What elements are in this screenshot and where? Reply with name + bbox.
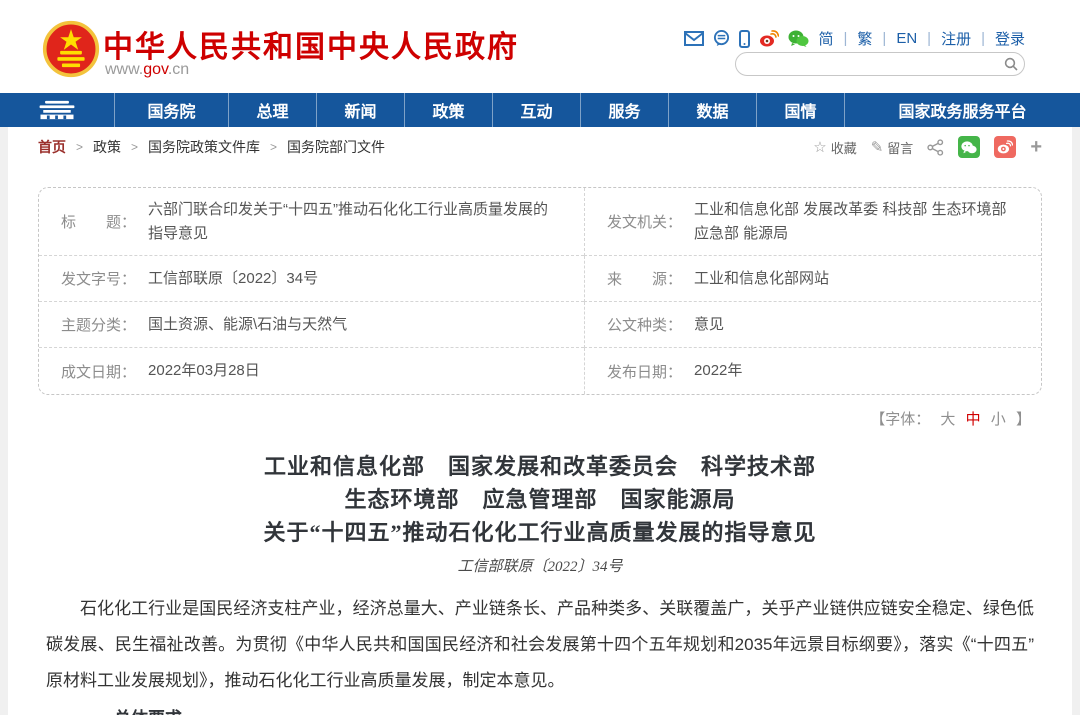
nav-tab-xinwen[interactable]: 新闻 xyxy=(317,93,405,127)
meta-category-cell: 主题分类： 国土资源、能源\石油与天然气 xyxy=(39,302,584,348)
article-title-line1: 工业和信息化部 国家发展和改革委员会 科学技术部 xyxy=(8,450,1072,483)
search-input[interactable] xyxy=(748,54,998,74)
font-large-button[interactable]: 大 xyxy=(940,411,955,428)
nav-tab-guoqing[interactable]: 国情 xyxy=(757,93,845,127)
meta-type-cell: 公文种类： 意见 xyxy=(584,302,1041,348)
mobile-icon[interactable] xyxy=(739,30,750,48)
font-medium-button[interactable]: 中 xyxy=(966,411,981,428)
comment-button[interactable]: ✎ 留言 xyxy=(871,138,914,157)
pencil-icon: ✎ xyxy=(871,138,884,156)
breadcrumb-policy-library[interactable]: 国务院政策文件库 xyxy=(148,137,260,157)
meta-title-label: 标 题： xyxy=(61,211,136,232)
link-separator: | xyxy=(882,30,886,47)
meta-number-cell: 发文字号： 工信部联原〔2022〕34号 xyxy=(39,256,584,302)
weibo-icon[interactable] xyxy=(759,30,779,47)
nav-tab-zhengwu-platform[interactable]: 国家政务服务平台 xyxy=(845,93,1080,127)
meta-pubdate-value: 2022年 xyxy=(694,359,742,383)
tiananmen-icon xyxy=(34,99,80,121)
meta-number-value: 工信部联原〔2022〕34号 xyxy=(148,267,318,291)
breadcrumb-separator: > xyxy=(131,140,138,154)
meta-category-value: 国土资源、能源\石油与天然气 xyxy=(148,313,347,337)
meta-type-label: 公文种类： xyxy=(607,314,682,335)
meta-org-value: 工业和信息化部 发展改革委 科技部 生态环境部 应急部 能源局 xyxy=(694,198,1019,246)
national-emblem-logo xyxy=(42,20,100,78)
search-icon xyxy=(1004,57,1018,71)
share-weibo-button[interactable] xyxy=(994,136,1016,158)
search-box xyxy=(735,52,1025,76)
lang-traditional-link[interactable]: 繁 xyxy=(857,28,872,49)
header-utility-bar: 简 | 繁 | EN | 注册 | 登录 xyxy=(684,28,1025,49)
site-url[interactable]: www.gov.cn xyxy=(105,61,189,79)
article-section-heading: 一、总体要求 xyxy=(46,701,1034,715)
content-card: 首页 > 政策 > 国务院政策文件库 > 国务院部门文件 ☆ 收藏 ✎ 留言 xyxy=(8,127,1072,715)
share-wechat-button[interactable] xyxy=(958,136,980,158)
font-selector-suffix: 】 xyxy=(1016,411,1031,428)
meta-title-cell: 标 题： 六部门联合印发关于“十四五”推动石化化工行业高质量发展的指导意见 xyxy=(39,188,584,256)
document-meta-table: 标 题： 六部门联合印发关于“十四五”推动石化化工行业高质量发展的指导意见 发文… xyxy=(38,187,1042,395)
lang-simplified-link[interactable]: 简 xyxy=(818,28,833,49)
article-doc-number: 工信部联原〔2022〕34号 xyxy=(8,555,1072,576)
page-actions: ☆ 收藏 ✎ 留言 xyxy=(813,136,1042,159)
wechat-icon xyxy=(961,141,977,154)
meta-date-cell: 成文日期： 2022年03月28日 xyxy=(39,348,584,394)
nav-tab-fuwu[interactable]: 服务 xyxy=(581,93,669,127)
breadcrumb-department-docs[interactable]: 国务院部门文件 xyxy=(287,137,385,157)
main-nav: 国务院 总理 新闻 政策 互动 服务 数据 国情 国家政务服务平台 xyxy=(0,93,1080,127)
site-title: 中华人民共和国中央人民政府 xyxy=(103,22,519,66)
register-link[interactable]: 注册 xyxy=(941,28,971,49)
meta-source-value: 工业和信息化部网站 xyxy=(694,267,829,291)
link-separator: | xyxy=(843,30,847,47)
meta-type-value: 意见 xyxy=(694,313,724,337)
meta-date-label: 成文日期： xyxy=(61,361,136,382)
weibo-icon xyxy=(997,140,1013,154)
breadcrumb: 首页 > 政策 > 国务院政策文件库 > 国务院部门文件 xyxy=(38,137,385,157)
star-icon: ☆ xyxy=(813,138,826,156)
font-selector-prefix: 【字体： xyxy=(870,411,930,428)
nav-tab-shuju[interactable]: 数据 xyxy=(669,93,757,127)
nav-tab-zongli[interactable]: 总理 xyxy=(229,93,317,127)
meta-source-label: 来 源： xyxy=(607,268,682,289)
share-icon[interactable] xyxy=(927,139,944,156)
message-icon[interactable] xyxy=(713,30,730,47)
search-button[interactable] xyxy=(998,53,1024,75)
font-small-button[interactable]: 小 xyxy=(991,411,1006,428)
nav-home-tab[interactable] xyxy=(0,93,115,127)
meta-category-label: 主题分类： xyxy=(61,314,136,335)
nav-tab-guowuyuan[interactable]: 国务院 xyxy=(115,93,229,127)
breadcrumb-row: 首页 > 政策 > 国务院政策文件库 > 国务院部门文件 ☆ 收藏 ✎ 留言 xyxy=(8,127,1072,167)
breadcrumb-separator: > xyxy=(76,140,83,154)
meta-number-label: 发文字号： xyxy=(61,268,136,289)
article-paragraph: 石化化工行业是国民经济支柱产业，经济总量大、产业链条长、产品种类多、关联覆盖广，… xyxy=(46,591,1034,699)
meta-pubdate-label: 发布日期： xyxy=(607,361,682,382)
font-size-selector: 【字体： 大 中 小 】 xyxy=(8,395,1072,429)
breadcrumb-home[interactable]: 首页 xyxy=(38,137,66,157)
link-separator: | xyxy=(927,30,931,47)
meta-title-value: 六部门联合印发关于“十四五”推动石化化工行业高质量发展的指导意见 xyxy=(148,198,562,246)
site-header: 中华人民共和国中央人民政府 www.gov.cn xyxy=(0,0,1080,93)
favorite-button[interactable]: ☆ 收藏 xyxy=(813,138,856,157)
favorite-label: 收藏 xyxy=(831,138,857,157)
meta-date-value: 2022年03月28日 xyxy=(148,359,260,383)
meta-pubdate-cell: 发布日期： 2022年 xyxy=(584,348,1041,394)
link-separator: | xyxy=(981,30,985,47)
more-actions-button[interactable]: + xyxy=(1030,136,1042,159)
login-link[interactable]: 登录 xyxy=(995,28,1025,49)
article-title-line2: 生态环境部 应急管理部 国家能源局 xyxy=(8,483,1072,516)
wechat-icon[interactable] xyxy=(788,30,809,47)
breadcrumb-separator: > xyxy=(270,140,277,154)
nav-tab-zhengce[interactable]: 政策 xyxy=(405,93,493,127)
lang-english-link[interactable]: EN xyxy=(896,30,917,47)
comment-label: 留言 xyxy=(887,138,913,157)
breadcrumb-zhengce[interactable]: 政策 xyxy=(93,137,121,157)
meta-source-cell: 来 源： 工业和信息化部网站 xyxy=(584,256,1041,302)
meta-org-cell: 发文机关： 工业和信息化部 发展改革委 科技部 生态环境部 应急部 能源局 xyxy=(584,188,1041,256)
meta-org-label: 发文机关： xyxy=(607,211,682,232)
mail-icon[interactable] xyxy=(684,31,704,46)
article-title-line3: 关于“十四五”推动石化化工行业高质量发展的指导意见 xyxy=(8,516,1072,549)
nav-tab-hudong[interactable]: 互动 xyxy=(493,93,581,127)
